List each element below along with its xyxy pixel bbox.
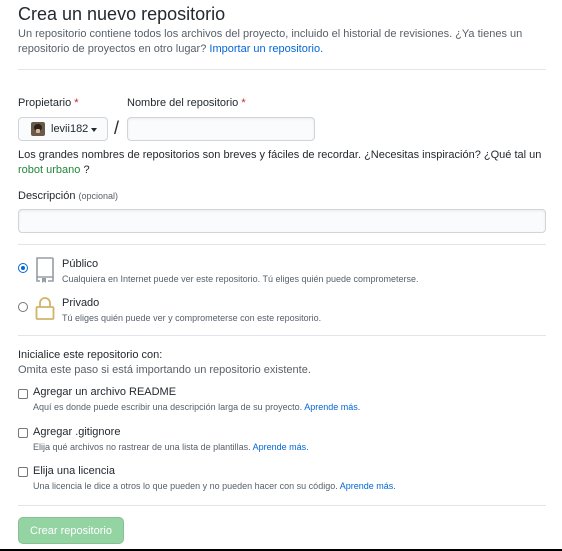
divider bbox=[18, 335, 546, 336]
visibility-public-title: Público bbox=[62, 258, 99, 270]
init-title: Inicialice este repositorio con: bbox=[18, 349, 163, 361]
owner-repo-separator: / bbox=[114, 118, 120, 138]
learn-more-link[interactable]: Aprende más. bbox=[253, 442, 309, 452]
init-subtitle: Omita este paso si está importando un re… bbox=[18, 364, 311, 376]
divider bbox=[18, 69, 546, 70]
description-label: Descripción (opcional) bbox=[18, 190, 119, 202]
owner-value: levii182 bbox=[51, 123, 89, 135]
repo-name-label: Nombre del repositorio * bbox=[127, 97, 246, 109]
visibility-private-desc: Tú eliges quién puede ver y comprometers… bbox=[62, 313, 322, 323]
owner-select-button[interactable]: levii182 bbox=[18, 117, 108, 141]
divider bbox=[18, 244, 546, 245]
chevron-down-icon bbox=[91, 127, 98, 132]
choose-license-desc: Una licencia le dice a otros lo que pued… bbox=[33, 481, 396, 491]
add-readme-checkbox[interactable] bbox=[18, 389, 28, 399]
repo-name-input[interactable] bbox=[127, 117, 315, 141]
repo-name-hint: Los grandes nombres de repositorios son … bbox=[18, 149, 542, 176]
add-gitignore-desc: Elija qué archivos no rastrear de una li… bbox=[33, 442, 309, 452]
learn-more-link[interactable]: Aprende más. bbox=[340, 481, 396, 491]
divider bbox=[18, 505, 546, 506]
owner-label: Propietario * bbox=[18, 97, 79, 109]
required-mark: * bbox=[74, 97, 79, 109]
visibility-private-title: Privado bbox=[62, 297, 100, 309]
learn-more-link[interactable]: Aprende más. bbox=[304, 402, 360, 412]
page-subtitle: Un repositorio contiene todos los archiv… bbox=[18, 27, 546, 57]
add-readme-label[interactable]: Agregar un archivo README bbox=[33, 386, 176, 398]
visibility-private-radio[interactable] bbox=[18, 302, 28, 312]
choose-license-checkbox[interactable] bbox=[18, 467, 28, 477]
visibility-public-radio[interactable] bbox=[18, 263, 28, 273]
add-gitignore-label[interactable]: Agregar .gitignore bbox=[33, 426, 120, 438]
choose-license-label[interactable]: Elija una licencia bbox=[33, 465, 115, 477]
lock-icon bbox=[35, 297, 55, 320]
description-input[interactable] bbox=[18, 209, 546, 233]
required-mark: * bbox=[241, 97, 246, 109]
add-gitignore-checkbox[interactable] bbox=[18, 428, 28, 438]
create-repository-button[interactable]: Crear repositorio bbox=[18, 517, 124, 544]
avatar bbox=[31, 122, 45, 136]
visibility-public-desc: Cualquiera en Internet puede ver este re… bbox=[62, 274, 419, 284]
import-repository-link[interactable]: Importar un repositorio. bbox=[209, 43, 323, 55]
page-title: Crea un nuevo repositorio bbox=[18, 4, 226, 24]
add-readme-desc: Aquí es donde puede escribir una descrip… bbox=[33, 402, 361, 412]
optional-note: (opcional) bbox=[78, 191, 119, 201]
name-suggestion[interactable]: robot urbano bbox=[18, 164, 80, 176]
repo-icon bbox=[36, 257, 54, 283]
